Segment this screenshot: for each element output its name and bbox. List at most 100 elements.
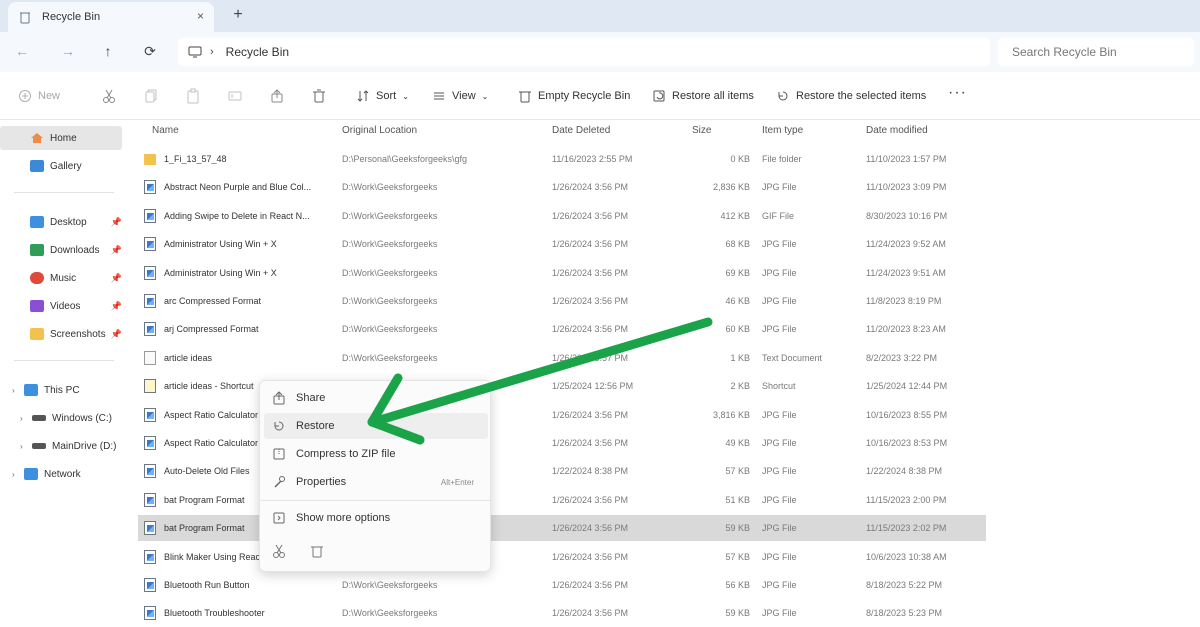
back-button[interactable]: ← — [10, 40, 34, 62]
cell-location: D:\Work\Geeksforgeeks — [342, 182, 438, 193]
table-row[interactable]: article ideas D:\Work\Geeksforgeeks 1/26/2… — [138, 345, 986, 371]
new-button[interactable]: New — [18, 86, 60, 106]
column-header-date-deleted[interactable]: Date Deleted — [552, 125, 610, 136]
sort-button[interactable]: Sort ⌄ — [356, 86, 409, 106]
sidebar-item-network[interactable]: › Network — [0, 462, 81, 486]
table-row[interactable]: 1_Fi_13_57_48 D:\Personal\Geeksforgeeks\g… — [138, 146, 986, 172]
delete-icon[interactable] — [310, 543, 324, 559]
view-icon — [434, 92, 444, 100]
column-header-name[interactable]: Name — [152, 125, 179, 136]
sidebar-item-screenshots[interactable]: Screenshots 📌 — [0, 322, 122, 346]
cell-modified: 10/16/2023 8:55 PM — [866, 409, 948, 420]
sidebar-item-music[interactable]: Music 📌 — [0, 266, 122, 290]
refresh-button[interactable]: ⟳ — [138, 40, 162, 62]
share-icon[interactable] — [270, 86, 284, 106]
sidebar-item-gallery[interactable]: Gallery — [0, 154, 82, 178]
cell-modified: 1/25/2024 12:44 PM — [866, 381, 948, 392]
table-row[interactable]: Bluetooth Troubleshooter D:\Work\Geeksfor… — [138, 600, 986, 626]
cell-modified: 10/6/2023 10:38 AM — [866, 551, 947, 562]
chevron-right-icon: › — [20, 441, 23, 451]
menu-item-compress[interactable]: Compress to ZIP file — [264, 441, 488, 467]
cell-deleted: 1/26/2024 3:56 PM — [552, 551, 629, 562]
image-file-icon — [144, 208, 156, 223]
column-header-item-type[interactable]: Item type — [762, 125, 803, 136]
cell-deleted: 11/16/2023 2:55 PM — [552, 154, 633, 164]
downloads-icon — [30, 244, 44, 256]
cell-modified: 8/18/2023 5:23 PM — [866, 608, 943, 619]
cell-type: JPG File — [762, 551, 797, 562]
cell-location: D:\Work\Geeksforgeeks — [342, 352, 438, 363]
table-row[interactable]: Administrator Using Win + X D:\Work\Geeks… — [138, 231, 986, 257]
sidebar-item-desktop[interactable]: Desktop 📌 — [0, 210, 122, 234]
table-row[interactable]: arj Compressed Format D:\Work\Geeksforgee… — [138, 316, 986, 342]
cell-modified: 8/30/2023 10:16 PM — [866, 210, 948, 221]
up-button[interactable]: ↑ — [96, 40, 120, 62]
search-input[interactable]: Search Recycle Bin — [998, 38, 1194, 66]
paste-icon[interactable] — [186, 86, 200, 106]
copy-icon[interactable] — [144, 86, 158, 106]
empty-recycle-bin-button[interactable]: Empty Recycle Bin — [518, 86, 630, 106]
sidebar-item-downloads[interactable]: Downloads 📌 — [0, 238, 122, 262]
menu-item-show-more-options[interactable]: Show more options — [264, 505, 488, 531]
pin-icon: 📌 — [110, 244, 122, 255]
folder-icon — [144, 154, 156, 165]
column-header-original-location[interactable]: Original Location — [342, 125, 417, 136]
monitor-icon — [188, 46, 202, 58]
cell-location: D:\Work\Geeksforgeeks — [342, 296, 438, 306]
sidebar-item-videos[interactable]: Videos 📌 — [0, 294, 122, 318]
forward-button[interactable]: → — [56, 40, 80, 62]
drive-icon — [32, 415, 46, 421]
tab-title: Recycle Bin — [42, 11, 101, 23]
rename-icon[interactable] — [228, 86, 242, 106]
table-row[interactable]: Abstract Neon Purple and Blue Col... D:\W… — [138, 174, 986, 200]
cut-icon[interactable] — [102, 86, 116, 106]
cell-deleted: 1/22/2024 8:38 PM — [552, 466, 629, 477]
show-more-icon — [273, 512, 285, 524]
image-file-icon — [144, 237, 156, 252]
delete-icon[interactable] — [312, 86, 326, 106]
close-tab-icon[interactable]: × — [197, 9, 204, 23]
more-options-icon[interactable]: ··· — [948, 84, 967, 102]
tab-recycle-bin[interactable]: Recycle Bin × — [8, 2, 214, 32]
cell-type: Text Document — [762, 352, 823, 363]
sidebar-divider — [14, 192, 114, 193]
table-row[interactable]: Administrator Using Win + X D:\Work\Geeks… — [138, 260, 986, 286]
restore-all-icon — [653, 90, 665, 102]
image-file-icon — [144, 265, 156, 280]
command-bar: New Sort ⌄ View ⌄ Empty Recycle Bin Rest… — [0, 72, 1200, 120]
cell-deleted: 1/25/2024 12:56 PM — [552, 381, 634, 392]
cell-name: article ideas — [164, 352, 213, 363]
column-header-size[interactable]: Size — [692, 125, 711, 136]
table-row[interactable]: Adding Swipe to Delete in React N... D:\W… — [138, 203, 986, 229]
sidebar-item-main-drive[interactable]: › MainDrive (D:) — [0, 434, 116, 458]
cell-location: D:\Work\Geeksforgeeks — [342, 210, 438, 221]
cut-icon[interactable] — [272, 543, 286, 559]
gallery-icon — [30, 160, 44, 172]
pin-icon: 📌 — [110, 272, 122, 283]
image-file-icon — [144, 464, 156, 479]
cell-type: JPG File — [762, 267, 797, 278]
table-row[interactable]: arc Compressed Format D:\Work\Geeksforgee… — [138, 288, 986, 314]
network-icon — [24, 468, 38, 480]
cell-deleted: 1/26/2024 3:56 PM — [552, 239, 629, 250]
sidebar-item-this-pc[interactable]: › This PC — [0, 378, 80, 402]
sidebar-item-windows-c[interactable]: › Windows (C:) — [0, 406, 112, 430]
cell-size: 412 KB — [720, 210, 750, 221]
cell-deleted: 1/26/2024 3:56 PM — [552, 438, 629, 448]
sidebar-item-home[interactable]: Home — [0, 126, 122, 150]
menu-item-restore[interactable]: Restore — [264, 413, 488, 439]
breadcrumb[interactable]: Recycle Bin — [226, 45, 289, 59]
restore-selected-button[interactable]: Restore the selected items — [776, 86, 926, 106]
restore-all-button[interactable]: Restore all items — [652, 86, 754, 106]
menu-item-share[interactable]: Share — [264, 385, 488, 411]
address-bar[interactable]: › Recycle Bin — [178, 38, 990, 66]
view-button[interactable]: View ⌄ — [432, 86, 488, 106]
sidebar-divider — [14, 360, 114, 361]
new-tab-button[interactable]: + — [228, 6, 248, 24]
sort-icon — [357, 90, 369, 102]
cell-deleted: 1/26/2024 3:56 PM — [552, 494, 629, 505]
column-header-date-modified[interactable]: Date modified — [866, 125, 928, 136]
menu-item-properties[interactable]: Properties Alt+Enter — [264, 469, 488, 495]
cell-deleted: 1/26/2024 3:57 PM — [552, 352, 629, 363]
table-row[interactable]: Bluetooth Run Button D:\Work\Geeksforgeek… — [138, 572, 986, 598]
